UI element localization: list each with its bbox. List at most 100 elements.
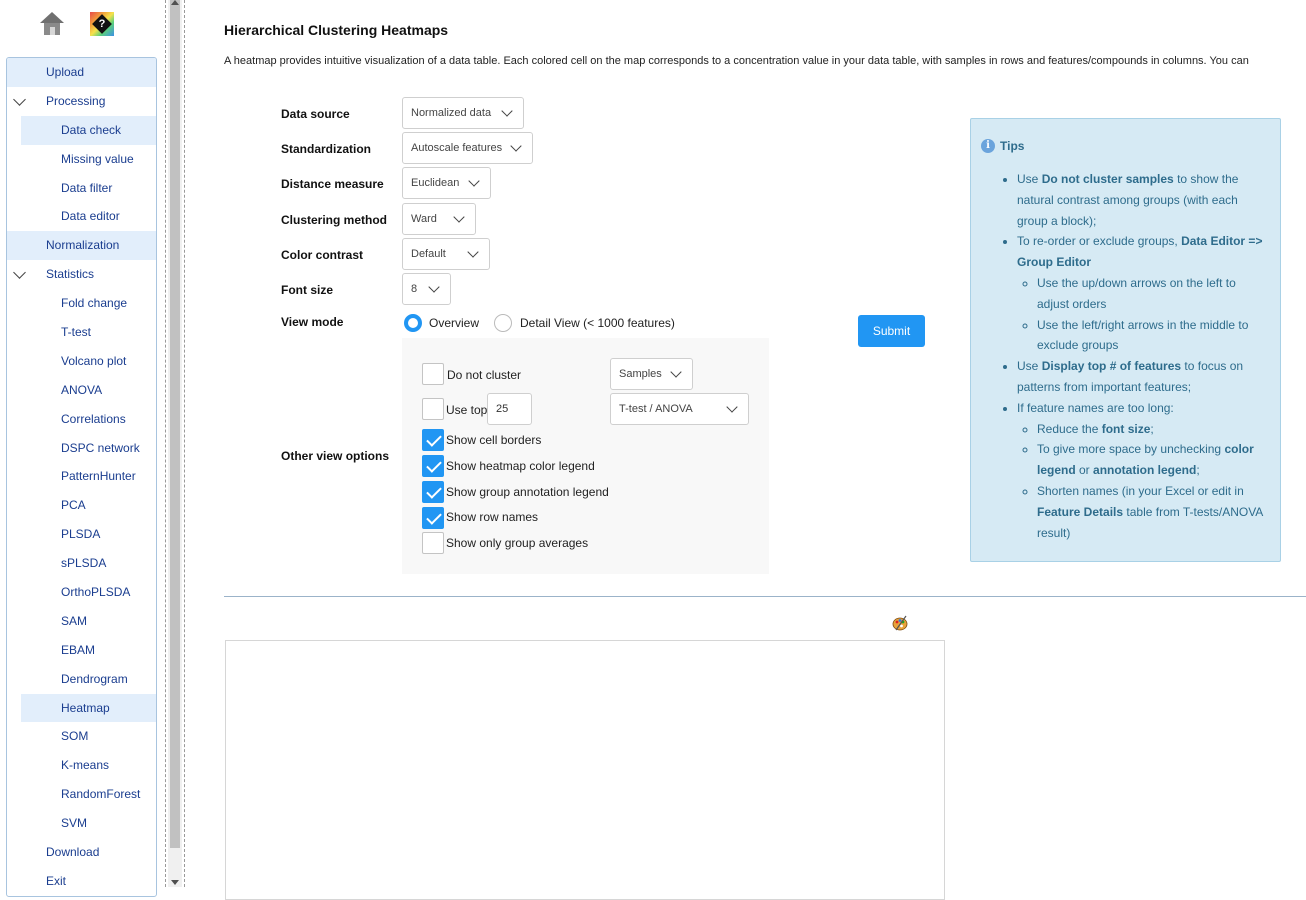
sidebar-item-randomforest[interactable]: RandomForest	[21, 780, 156, 809]
view-mode-label: View mode	[281, 315, 344, 329]
sidebar-item-dspc-network[interactable]: DSPC network	[21, 434, 156, 463]
sidebar-item-ebam[interactable]: EBAM	[21, 636, 156, 665]
sidebar-scrollbar-thumb[interactable]	[170, 0, 180, 848]
use-top-count-input[interactable]: 25	[487, 393, 532, 425]
sidebar-item-label: Data filter	[61, 180, 113, 195]
sidebar-item-som[interactable]: SOM	[21, 722, 156, 751]
overview-radio-label[interactable]: Overview	[429, 316, 479, 330]
sidebar-item-svm[interactable]: SVM	[21, 809, 156, 838]
font-size-label: Font size	[281, 283, 334, 297]
group-averages-label: Show only group averages	[446, 536, 589, 550]
home-icon[interactable]	[40, 12, 64, 36]
standardization-label: Standardization	[281, 142, 372, 156]
sidebar-item-label: Heatmap	[61, 700, 110, 715]
tips-title: Tips	[1000, 139, 1025, 153]
sidebar-item-anova[interactable]: ANOVA	[21, 376, 156, 405]
data-source-label: Data source	[281, 107, 350, 121]
data-source-select[interactable]: Normalized data	[402, 97, 524, 129]
data-source-value: Normalized data	[411, 107, 492, 119]
clustering-method-select[interactable]: Ward	[402, 203, 476, 235]
help-icon[interactable]: ?	[90, 12, 114, 36]
sidebar-item-heatmap[interactable]: Heatmap	[21, 693, 156, 723]
clustering-method-value: Ward	[411, 213, 437, 225]
sidebar-item-data-filter[interactable]: Data filter	[21, 174, 156, 203]
distance-measure-select[interactable]: Euclidean	[402, 167, 491, 199]
top-method-select[interactable]: T-test / ANOVA	[610, 393, 749, 425]
submit-button[interactable]: Submit	[858, 315, 925, 347]
sidebar-item-label: Data editor	[61, 209, 120, 224]
font-size-value: 8	[411, 283, 418, 295]
panel-divider[interactable]	[184, 0, 185, 887]
sidebar-item-label: Processing	[46, 93, 106, 108]
sidebar-item-label: Normalization	[46, 238, 120, 253]
page-description: A heatmap provides intuitive visualizati…	[224, 55, 1249, 67]
sidebar-item-missing-value[interactable]: Missing value	[21, 145, 156, 174]
overview-radio[interactable]	[404, 314, 422, 332]
sidebar-item-k-means[interactable]: K-means	[21, 751, 156, 780]
distance-measure-label: Distance measure	[281, 177, 384, 191]
chevron-down-icon[interactable]	[13, 266, 26, 280]
sidebar-item-label: DSPC network	[61, 440, 140, 455]
chevron-down-icon[interactable]	[13, 93, 26, 106]
sidebar-item-download[interactable]: Download	[7, 838, 156, 867]
annotation-legend-label: Show group annotation legend	[446, 485, 609, 499]
sidebar-item-splsda[interactable]: sPLSDA	[21, 549, 156, 578]
tip-item: Use Do not cluster samples to show the n…	[1017, 169, 1271, 231]
annotation-legend-checkbox[interactable]	[422, 481, 444, 503]
detail-view-radio-label[interactable]: Detail View (< 1000 features)	[520, 316, 675, 330]
sidebar-item-upload[interactable]: Upload	[7, 58, 156, 87]
scroll-down-arrow-icon[interactable]	[171, 880, 179, 885]
sidebar-item-label: SOM	[61, 729, 89, 744]
sidebar-item-normalization[interactable]: Normalization	[7, 231, 156, 261]
page-title: Hierarchical Clustering Heatmaps	[224, 22, 449, 38]
sidebar-item-label: SAM	[61, 613, 88, 628]
sidebar-item-dendrogram[interactable]: Dendrogram	[21, 665, 156, 694]
sidebar-item-t-test[interactable]: T-test	[21, 318, 156, 347]
tips-panel: i Tips Use Do not cluster samples to sho…	[970, 118, 1281, 562]
row-names-checkbox[interactable]	[422, 507, 444, 529]
tip-subitem: To give more space by unchecking color l…	[1037, 439, 1271, 481]
color-legend-checkbox[interactable]	[422, 455, 444, 477]
section-divider	[224, 596, 1306, 597]
standardization-select[interactable]: Autoscale features	[402, 132, 533, 164]
detail-view-radio[interactable]	[494, 314, 512, 332]
cell-borders-checkbox[interactable]	[422, 429, 444, 451]
sidebar-item-orthoplsda[interactable]: OrthoPLSDA	[21, 578, 156, 607]
sidebar-item-label: OrthoPLSDA	[61, 585, 131, 600]
sidebar-item-label: Dendrogram	[61, 671, 128, 686]
font-size-select[interactable]: 8	[402, 273, 451, 305]
use-top-checkbox[interactable]	[422, 398, 444, 420]
chevron-down-icon	[467, 246, 479, 258]
do-not-cluster-checkbox[interactable]	[422, 363, 444, 385]
scroll-up-arrow-icon[interactable]	[171, 0, 179, 5]
cluster-target-value: Samples	[619, 368, 662, 380]
sidebar-item-data-check[interactable]: Data check	[21, 115, 156, 145]
sidebar-item-label: PatternHunter	[61, 469, 136, 484]
sidebar-item-label: T-test	[61, 325, 92, 340]
cluster-target-select[interactable]: Samples	[610, 358, 693, 390]
sidebar-item-plsda[interactable]: PLSDA	[21, 520, 156, 549]
sidebar-item-volcano-plot[interactable]: Volcano plot	[21, 347, 156, 376]
sidebar-item-label: Fold change	[61, 296, 128, 311]
palette-icon[interactable]	[892, 615, 908, 631]
group-averages-checkbox[interactable]	[422, 532, 444, 554]
tips-list: Use Do not cluster samples to show the n…	[971, 169, 1271, 543]
sidebar-item-label: Correlations	[61, 411, 126, 426]
sidebar-item-pca[interactable]: PCA	[21, 491, 156, 520]
sidebar-item-correlations[interactable]: Correlations	[21, 405, 156, 434]
sidebar-item-exit[interactable]: Exit	[7, 867, 156, 896]
sidebar-item-fold-change[interactable]: Fold change	[21, 289, 156, 318]
sidebar-item-statistics[interactable]: Statistics	[7, 260, 156, 289]
sidebar-item-data-editor[interactable]: Data editor	[21, 202, 156, 231]
sidebar-item-patternhunter[interactable]: PatternHunter	[21, 462, 156, 491]
sidebar-item-label: Volcano plot	[61, 353, 127, 368]
do-not-cluster-label: Do not cluster	[447, 368, 522, 382]
tip-item: If feature names are too long: Reduce th…	[1017, 398, 1271, 544]
sidebar-item-sam[interactable]: SAM	[21, 607, 156, 636]
color-contrast-select[interactable]: Default	[402, 238, 490, 270]
color-contrast-label: Color contrast	[281, 248, 364, 262]
sidebar-item-processing[interactable]: Processing	[7, 87, 156, 116]
sidebar-item-label: Download	[46, 845, 100, 860]
tip-subitem: Use the up/down arrows on the left to ad…	[1037, 273, 1271, 315]
tip-subitem: Shorten names (in your Excel or edit in …	[1037, 481, 1271, 543]
